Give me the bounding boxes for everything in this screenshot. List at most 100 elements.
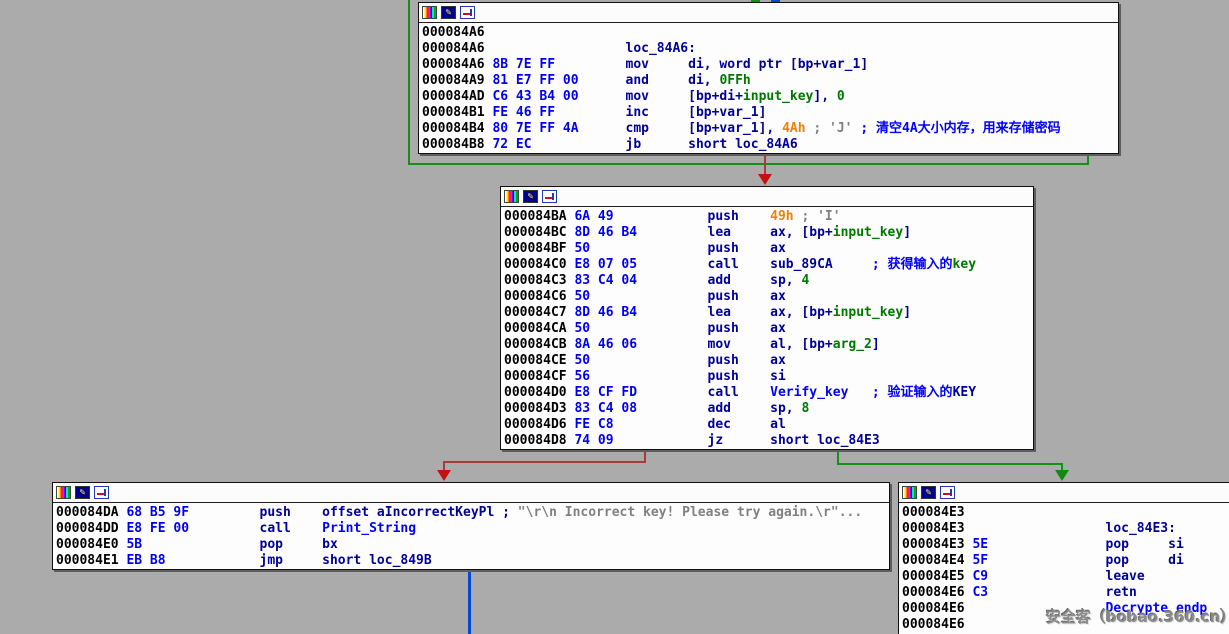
asm-token: "\r\n Incorrect key! Please try again.\r…: [518, 505, 862, 520]
asm-line[interactable]: 000084CF 56 push si: [504, 369, 1033, 385]
asm-token: 4Ah: [782, 121, 805, 136]
asm-token: loc_84A6:: [485, 41, 696, 56]
node-titlebar[interactable]: ✎: [899, 483, 1229, 503]
asm-token: 000084E1: [56, 553, 126, 568]
asm-line[interactable]: 000084A6 loc_84A6:: [422, 41, 1118, 57]
asm-token: FE C8: [574, 417, 707, 432]
asm-token: lea ax, [bp+: [708, 305, 833, 320]
asm-code-listing[interactable]: 000084DA 68 B5 9F push offset aIncorrect…: [53, 503, 889, 569]
node-group-icon[interactable]: [940, 486, 955, 499]
asm-token: inc [bp+var_1]: [626, 105, 767, 120]
asm-token: dec al: [708, 417, 786, 432]
asm-line[interactable]: 000084E3 5E pop si: [902, 537, 1229, 553]
asm-line[interactable]: 000084BA 6A 49 push 49h ; 'I': [504, 209, 1033, 225]
node-edit-icon[interactable]: ✎: [441, 6, 456, 19]
asm-code-listing[interactable]: 000084BA 6A 49 push 49h ; 'I'000084BC 8D…: [501, 207, 1033, 449]
asm-token: ]: [903, 225, 911, 240]
asm-line[interactable]: 000084E1 EB B8 jmp short loc_849B: [56, 553, 889, 569]
asm-line[interactable]: 000084CB 8A 46 06 mov al, [bp+arg_2]: [504, 337, 1033, 353]
asm-line[interactable]: 000084DA 68 B5 9F push offset aIncorrect…: [56, 505, 889, 521]
asm-line[interactable]: 000084D3 83 C4 08 add sp, 8: [504, 401, 1033, 417]
node-color-palette-icon[interactable]: [504, 190, 519, 203]
asm-token: 000084BA: [504, 209, 574, 224]
asm-token: 8A 46 06: [574, 337, 707, 352]
asm-line[interactable]: 000084E3: [902, 505, 1229, 521]
asm-token: arg_2: [833, 337, 872, 352]
asm-line[interactable]: 000084D8 74 09 jz short loc_84E3: [504, 433, 1033, 449]
node-titlebar[interactable]: ✎: [501, 187, 1033, 207]
asm-token: 000084E3: [902, 505, 965, 520]
asm-token: 5B: [126, 537, 259, 552]
node-group-icon[interactable]: [94, 486, 109, 499]
node-group-icon[interactable]: [542, 190, 557, 203]
asm-line[interactable]: 000084CE 50 push ax: [504, 353, 1033, 369]
asm-token: 000084CA: [504, 321, 574, 336]
node-edit-icon[interactable]: ✎: [921, 486, 936, 499]
asm-line[interactable]: 000084C7 8D 46 B4 lea ax, [bp+input_key]: [504, 305, 1033, 321]
node-color-palette-icon[interactable]: [422, 6, 437, 19]
edge-segment: [837, 463, 1063, 465]
basic-block-84BA-verify-key[interactable]: ✎ 000084BA 6A 49 push 49h ; 'I'000084BC …: [500, 186, 1034, 450]
asm-token: ],: [813, 89, 836, 104]
asm-line[interactable]: 000084DD E8 FE 00 call Print_String: [56, 521, 889, 537]
asm-line[interactable]: 000084E6 C3 retn: [902, 585, 1229, 601]
asm-line[interactable]: 000084B8 72 EC jb short loc_84A6: [422, 137, 1118, 153]
asm-line[interactable]: 000084A6 8B 7E FF mov di, word ptr [bp+v…: [422, 57, 1118, 73]
node-edit-icon[interactable]: ✎: [523, 190, 538, 203]
asm-line[interactable]: 000084E0 5B pop bx: [56, 537, 889, 553]
asm-token: 000084E6: [902, 617, 965, 632]
asm-token: input_key: [833, 225, 903, 240]
ida-graph-canvas[interactable]: ✎ 000084A6000084A6 loc_84A6:000084A6 8B …: [0, 0, 1229, 634]
asm-token: E8 FE 00: [126, 521, 259, 536]
asm-token: 000084B4: [422, 121, 492, 136]
asm-token: pop bx: [260, 537, 338, 552]
node-color-palette-icon[interactable]: [902, 486, 917, 499]
asm-line[interactable]: 000084BC 8D 46 B4 lea ax, [bp+input_key]: [504, 225, 1033, 241]
node-titlebar[interactable]: ✎: [419, 3, 1118, 23]
asm-line[interactable]: 000084B4 80 7E FF 4A cmp [bp+var_1], 4Ah…: [422, 121, 1118, 137]
asm-line[interactable]: 000084B1 FE 46 FF inc [bp+var_1]: [422, 105, 1118, 121]
asm-line[interactable]: 000084BF 50 push ax: [504, 241, 1033, 257]
watermark-text: 安全客（bobao.360.cn）: [1046, 606, 1229, 627]
asm-token: push ax: [708, 241, 786, 256]
node-titlebar[interactable]: ✎: [53, 483, 889, 503]
asm-token: add sp,: [708, 401, 802, 416]
asm-token: 6A 49: [574, 209, 707, 224]
node-group-icon[interactable]: [460, 6, 475, 19]
asm-token: push offset aIncorrectKeyPl ;: [260, 505, 518, 520]
edge-segment: [443, 461, 646, 463]
asm-line[interactable]: 000084E4 5F pop di: [902, 553, 1229, 569]
asm-line[interactable]: 000084C6 50 push ax: [504, 289, 1033, 305]
asm-token: 000084E5: [902, 569, 972, 584]
asm-token: 000084E6: [902, 601, 965, 616]
asm-line[interactable]: 000084A9 81 E7 FF 00 and di, 0FFh: [422, 73, 1118, 89]
asm-line[interactable]: 000084CA 50 push ax: [504, 321, 1033, 337]
asm-line[interactable]: 000084C3 83 C4 04 add sp, 4: [504, 273, 1033, 289]
edge-segment: [468, 570, 471, 634]
asm-token: 49h: [770, 209, 793, 224]
asm-line[interactable]: 000084D6 FE C8 dec al: [504, 417, 1033, 433]
asm-token: 000084C6: [504, 289, 574, 304]
asm-token: push: [708, 209, 771, 224]
asm-token: 8D 46 B4: [574, 305, 707, 320]
asm-line[interactable]: 000084D0 E8 CF FD call Verify_key ; 验证输入…: [504, 385, 1033, 401]
asm-token: ; 'J': [806, 121, 861, 136]
asm-token: 000084D3: [504, 401, 574, 416]
asm-line[interactable]: 000084A6: [422, 25, 1118, 41]
asm-token: 000084C7: [504, 305, 574, 320]
asm-token: leave: [1106, 569, 1145, 584]
node-color-palette-icon[interactable]: [56, 486, 71, 499]
asm-token: pop si: [1106, 537, 1184, 552]
asm-token: ]: [903, 305, 911, 320]
node-edit-icon[interactable]: ✎: [75, 486, 90, 499]
asm-line[interactable]: 000084E5 C9 leave: [902, 569, 1229, 585]
asm-token: call: [260, 521, 323, 536]
basic-block-84DA-incorrect-key[interactable]: ✎ 000084DA 68 B5 9F push offset aIncorre…: [52, 482, 890, 570]
asm-token: 000084B8: [422, 137, 492, 152]
asm-token: 000084D6: [504, 417, 574, 432]
asm-line[interactable]: 000084C0 E8 07 05 call sub_89CA ; 获得输入的k…: [504, 257, 1033, 273]
basic-block-loc-84A6[interactable]: ✎ 000084A6000084A6 loc_84A6:000084A6 8B …: [418, 2, 1119, 154]
asm-line[interactable]: 000084E3 loc_84E3:: [902, 521, 1229, 537]
asm-code-listing[interactable]: 000084A6000084A6 loc_84A6:000084A6 8B 7E…: [419, 23, 1118, 153]
asm-line[interactable]: 000084AD C6 43 B4 00 mov [bp+di+input_ke…: [422, 89, 1118, 105]
